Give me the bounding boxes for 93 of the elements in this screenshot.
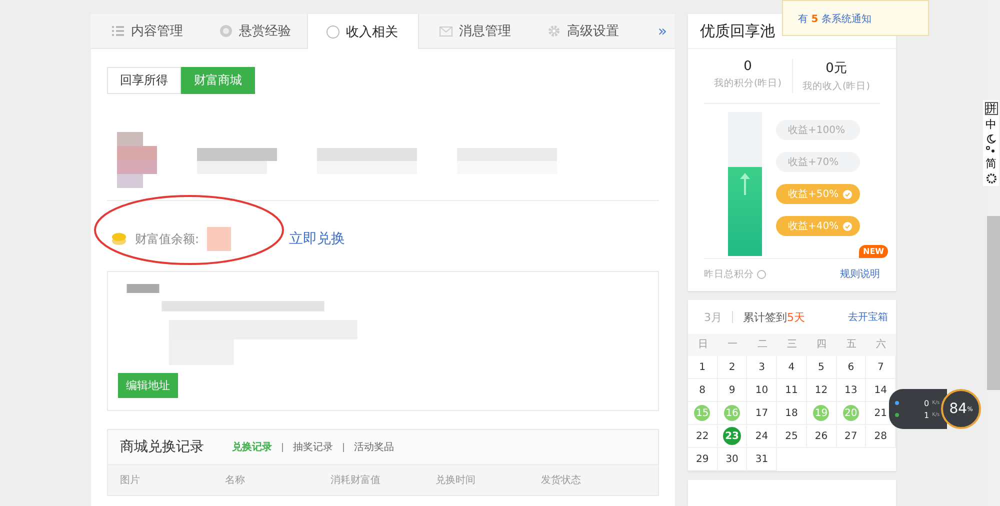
weekday-header: 四 [806,334,837,356]
column-header: 发货状态 [540,474,582,487]
calendar-day: 21 [872,405,889,421]
calendar-day: 15 [694,405,710,421]
calendar-day: 12 [813,382,830,398]
calendar-day: 30 [724,451,740,467]
calendar-day: 3 [754,359,770,375]
notification-toast[interactable]: 有 5 条系统通知 [782,0,929,36]
ime-button[interactable]: 简 [986,156,996,171]
envelope-icon [439,24,453,38]
calendar-day: 24 [754,428,770,444]
upload-speed: 0 [924,398,930,408]
column-header: 图片 [120,474,141,487]
list-icon [111,24,125,38]
calendar-day: 11 [783,382,800,398]
nav-tab[interactable]: 消息管理 [419,14,527,48]
nav-tab[interactable]: 收入相关 [307,14,419,49]
exchange-link[interactable]: 立即兑换 [289,230,346,248]
calendar-day: 18 [783,405,800,421]
up-arrow-icon [740,172,750,195]
bonus-tier-tag: 收益+70% [776,152,860,172]
section-title: 商城兑换记录 [120,438,204,456]
rules-link[interactable]: 规则说明 [840,267,880,281]
column-header: 名称 [225,474,246,487]
stat-value: 0 [744,59,752,74]
calendar-day: 1 [694,359,710,375]
calendar-day: 31 [754,451,770,467]
sub-tab[interactable]: 回享所得 [107,67,181,94]
punctuation-icon [986,146,996,154]
weekday-header: 一 [718,334,748,356]
settings-icon [547,24,561,38]
usage-percent: 84 [949,401,968,417]
calendar-day: 20 [842,405,859,421]
calendar-day: 5 [813,359,830,375]
calendar-day: 14 [872,382,889,398]
nav-tab[interactable]: 悬赏经验 [199,14,307,48]
calendar-day: 16 [724,405,740,421]
coin-stack-icon [111,232,127,246]
calendar-day: 29 [694,451,710,467]
weekday-header: 日 [688,334,718,356]
bonus-tier-tag: 收益+50% [776,184,860,204]
column-header: 兑换时间 [436,474,477,487]
coin-icon [219,24,233,38]
stat-label: 我的积分(昨日) [714,77,782,90]
bonus-tier-tag: 收益+100% [776,120,860,140]
pixelated-avatar [117,132,157,190]
download-speed: 1 [924,410,930,420]
calendar-day: 25 [783,428,800,444]
calendar-day: 19 [813,405,830,421]
scrollbar-thumb[interactable] [987,216,1000,390]
stat-label: 我的收入(昨日) [802,80,870,93]
record-filter-tab[interactable]: 活动奖品 [354,440,394,454]
column-header: 消耗财富值 [330,474,382,487]
calendar-day: 10 [754,382,770,398]
pixelated-balance-value [207,227,232,251]
stat-value: 0元 [826,60,847,77]
open-chest-link[interactable]: 去开宝箱 [848,310,888,324]
check-icon [842,222,852,230]
sign-in-days: 5天 [787,310,805,324]
sign-in-count-label: 累计签到 [743,310,787,324]
wealth-balance-label: 财富值余额: [135,230,200,248]
calendar-day: 8 [694,382,710,398]
nav-tab[interactable]: 高级设置 [527,14,635,48]
calendar-day: 23 [724,428,740,444]
check-icon [842,190,852,198]
bonus-tier-tag: 收益+40% [776,216,860,236]
calendar-day: 7 [872,359,889,375]
calendar-day: 6 [842,359,859,375]
upload-dot-icon [895,401,899,405]
calendar-day: 28 [872,428,889,444]
calendar-day: 27 [842,428,859,444]
calendar-day: 9 [724,382,740,398]
calendar-day: 22 [694,428,710,444]
nav-tab[interactable]: 内容管理 [91,14,199,48]
calendar-day: 26 [813,428,830,444]
calendar-day: 17 [754,405,770,421]
new-badge: NEW [859,245,888,258]
weekday-header: 二 [747,334,778,356]
weekday-header: 五 [836,334,866,356]
ime-button[interactable]: 中 [986,117,996,132]
calendar-day: 13 [842,382,859,398]
weekday-header: 三 [777,334,807,356]
record-filter-tab[interactable]: 抽奖记录 [293,440,333,454]
download-dot-icon [895,413,899,417]
calendar-day: 4 [783,359,800,375]
calendar-day: 2 [724,359,740,375]
month-label: 3月 [704,310,722,324]
settings-icon [986,173,996,184]
moon-icon [986,134,996,144]
help-icon [757,270,766,278]
total-points-label: 昨日总积分 [704,268,754,280]
weekday-header: 六 [866,334,896,356]
more-tabs-button[interactable]: » [658,22,667,40]
